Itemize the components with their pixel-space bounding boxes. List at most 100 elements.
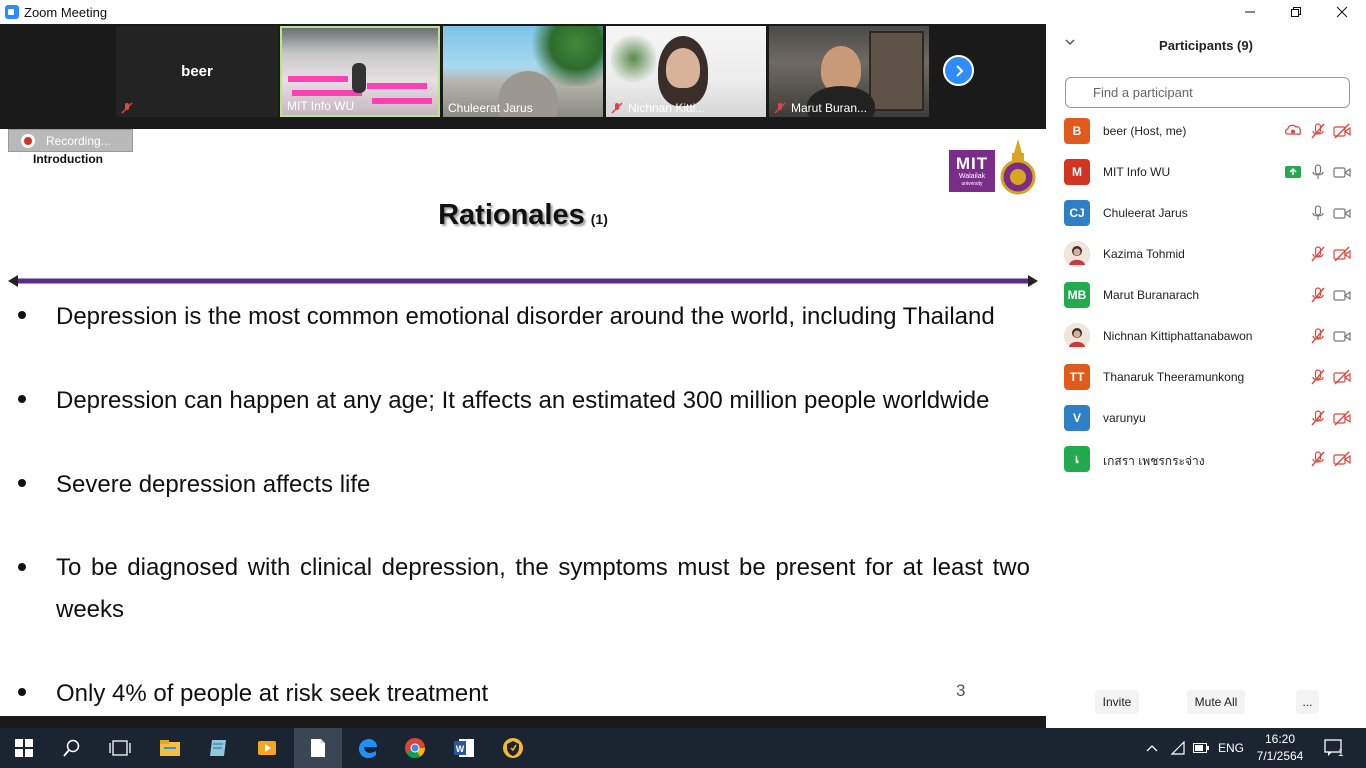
video-icon[interactable] (1333, 164, 1351, 180)
mic-icon[interactable] (1309, 205, 1327, 221)
mic-muted-icon[interactable] (1309, 123, 1327, 139)
recording-indicator[interactable]: Recording... (8, 129, 133, 152)
notepad-icon[interactable] (194, 728, 242, 768)
participant-name: varunyu (1103, 411, 1146, 425)
participants-panel: Participants (9) Bbeer (Host, me) M MIT In… (1046, 24, 1366, 728)
participant-row[interactable]: เ เกสรา เพชรกระจ่าง (1046, 439, 1366, 480)
participant-row[interactable]: Nichnan Kittiphattanabawon (1046, 316, 1366, 357)
chevron-right-icon[interactable] (943, 55, 974, 86)
mic-muted-icon[interactable] (1309, 246, 1327, 262)
mic-icon[interactable] (1309, 164, 1327, 180)
search-icon[interactable] (48, 728, 96, 768)
bullet-marker (18, 395, 26, 403)
mic-muted-icon[interactable] (1309, 369, 1327, 385)
tile-name-label: MIT Info WU (287, 99, 355, 113)
mic-muted-icon[interactable] (1309, 328, 1327, 344)
battery-icon[interactable] (1193, 728, 1209, 768)
participant-row[interactable]: TT Thanaruk Theeramunkong (1046, 357, 1366, 398)
participant-name: Chuleerat Jarus (1103, 206, 1188, 220)
avatar: M (1064, 159, 1090, 185)
participant-name: Marut Buranarach (1103, 288, 1200, 302)
participant-name: Thanaruk Theeramunkong (1103, 370, 1245, 384)
word-icon[interactable]: W (440, 728, 488, 768)
university-seal (1000, 139, 1036, 195)
restore-icon[interactable] (1273, 0, 1319, 24)
invite-button[interactable]: Invite (1095, 690, 1139, 714)
participant-name: MIT Info WU (1103, 165, 1171, 179)
zoom-app-icon (5, 5, 19, 19)
mit-walailak-logo: MIT Walailak university (949, 150, 995, 192)
participant-name: Kazima Tohmid (1103, 247, 1185, 261)
video-tile-chuleerat-jarus[interactable]: Chuleerat Jarus (443, 26, 603, 117)
room-desk (372, 98, 432, 104)
mic-muted-icon[interactable] (1309, 287, 1327, 303)
participant-search-input[interactable] (1065, 77, 1350, 108)
participant-name: Nichnan Kittiphattanabawon (1103, 329, 1253, 343)
participant-row[interactable]: M MIT Info WU (1046, 152, 1366, 193)
minimize-icon[interactable] (1227, 0, 1273, 24)
bullet-marker (18, 311, 26, 319)
video-icon[interactable] (1333, 328, 1351, 344)
room-desk (292, 90, 362, 96)
share-screen-icon (1284, 164, 1302, 180)
video-off-icon[interactable] (1333, 246, 1351, 262)
video-tile-beer[interactable]: beer (116, 26, 278, 117)
mic-muted-icon (611, 102, 623, 114)
more-options-button[interactable]: ... (1296, 690, 1319, 714)
avatar (1064, 323, 1090, 349)
participant-name: beer (Host, me) (1103, 124, 1187, 138)
mic-muted-icon (774, 102, 786, 114)
clock[interactable]: 16:20 7/1/2564 (1252, 731, 1308, 765)
document-icon[interactable] (294, 728, 342, 768)
participant-name: เกสรา เพชรกระจ่าง (1103, 454, 1205, 468)
window-titlebar: Zoom Meeting (0, 0, 1366, 24)
bullet-marker (18, 563, 26, 571)
network-icon[interactable] (1170, 728, 1186, 768)
mic-muted-icon[interactable] (1309, 410, 1327, 426)
recording-icon (1284, 123, 1302, 139)
video-off-icon[interactable] (1333, 451, 1351, 467)
recording-label: Recording... (46, 133, 111, 148)
svg-text:W: W (456, 744, 465, 754)
video-icon[interactable] (1333, 287, 1351, 303)
avatar: V (1064, 405, 1090, 431)
bullet-marker (18, 479, 26, 487)
participant-row[interactable]: Bbeer (Host, me) (1046, 111, 1366, 152)
video-icon[interactable] (1333, 205, 1351, 221)
video-off-icon[interactable] (1333, 369, 1351, 385)
edge-icon[interactable] (343, 728, 391, 768)
media-player-icon[interactable] (243, 728, 291, 768)
mic-muted-icon[interactable] (1309, 451, 1327, 467)
recording-icon (21, 133, 35, 148)
tile-big-name: beer (181, 63, 213, 80)
participant-row[interactable]: CJ Chuleerat Jarus (1046, 193, 1366, 234)
notification-icon[interactable]: 1 (1324, 728, 1344, 768)
video-off-icon[interactable] (1333, 123, 1351, 139)
slide-divider (8, 275, 1038, 287)
chrome-icon[interactable] (391, 728, 439, 768)
participant-row[interactable]: Vvarunyu (1046, 398, 1366, 439)
mute-all-button[interactable]: Mute All (1187, 690, 1245, 714)
vpn-icon[interactable] (489, 728, 537, 768)
video-tile-marut[interactable]: Marut Buran... (769, 26, 929, 117)
bookshelf (869, 31, 924, 111)
clock-date: 7/1/2564 (1256, 749, 1304, 763)
tile-name-label: Nichnan Kitti... (628, 101, 706, 115)
video-tile-mit-info-wu[interactable]: MIT Info WU (280, 26, 440, 117)
avatar: B (1064, 118, 1090, 144)
start-icon[interactable] (0, 728, 48, 768)
chevron-up-icon[interactable] (1146, 728, 1158, 768)
video-tile-nichnan[interactable]: Nichnan Kitti... (606, 26, 766, 117)
task-view-icon[interactable] (96, 728, 144, 768)
participant-row[interactable]: Kazima Tohmid (1046, 234, 1366, 275)
avatar: CJ (1064, 200, 1090, 226)
participant-row[interactable]: MB Marut Buranarach (1046, 275, 1366, 316)
mic-muted-icon (121, 102, 133, 114)
language-indicator[interactable]: ENG (1218, 728, 1244, 768)
close-icon[interactable] (1319, 0, 1365, 24)
section-label: Introduction (33, 152, 103, 166)
file-explorer-icon[interactable] (146, 728, 194, 768)
video-off-icon[interactable] (1333, 410, 1351, 426)
video-strip: beer MIT Info WU Chuleerat Jarus Nichnan… (0, 24, 1046, 129)
participants-title: Participants (9) (1159, 38, 1253, 53)
